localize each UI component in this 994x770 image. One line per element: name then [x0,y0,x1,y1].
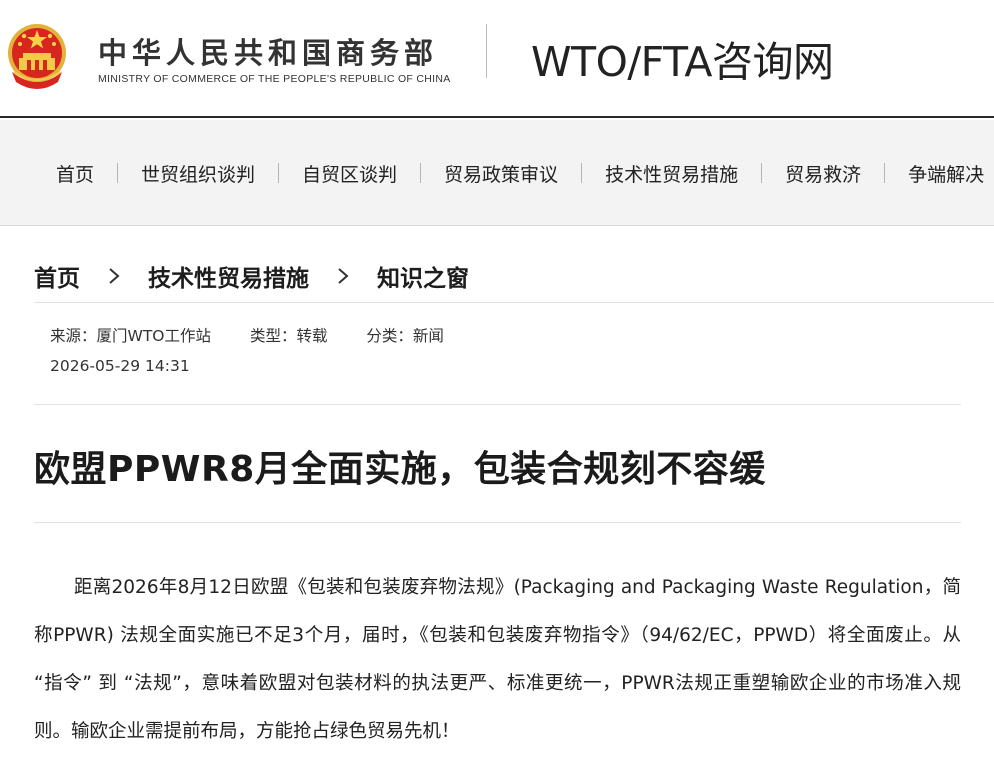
national-emblem-icon[interactable] [6,20,68,92]
article-body: 距离2026年8月12日欧盟《包装和包装废弃物法规》(Packaging and… [34,564,961,756]
ministry-name-english: MINISTRY OF COMMERCE OF THE PEOPLE'S REP… [98,73,451,85]
nav-separator [581,163,583,183]
article-datetime: 2026-05-29 14:31 [50,357,190,375]
nav-item-trade-remedies[interactable]: 贸易救济 [785,160,861,187]
article-source: 来源：厦门WTO工作站 [50,327,211,345]
article-type: 类型：转载 [249,327,328,345]
nav-separator [117,163,119,183]
chevron-right-icon [326,259,360,293]
site-title[interactable]: WTO/FTA咨询网 [531,28,834,88]
header-divider [486,24,487,78]
breadcrumb-knowledge-window[interactable]: 知识之窗 [377,259,469,293]
nav-item-technical-barriers[interactable]: 技术性贸易措施 [605,160,738,187]
nav-item-trade-policy-review[interactable]: 贸易政策审议 [444,160,558,187]
main-nav: 首页 世贸组织谈判 自贸区谈判 贸易政策审议 技术性贸易措施 贸易救济 争端解决 [0,120,994,226]
nav-item-fta-negotiations[interactable]: 自贸区谈判 [302,160,397,187]
ministry-name-chinese: 中华人民共和国商务部 [98,36,439,70]
breadcrumb: 首页 技术性贸易措施 知识之窗 [34,259,469,293]
article-category: 分类：新闻 [366,327,444,345]
nav-item-dispute-settlement[interactable]: 争端解决 [908,160,984,187]
nav-separator [884,163,886,183]
site-header: 中华人民共和国商务部 MINISTRY OF COMMERCE OF THE P… [0,0,994,118]
divider [34,302,994,303]
breadcrumb-home[interactable]: 首页 [34,259,80,293]
divider [34,404,961,405]
article-title: 欧盟PPWR8月全面实施，包装合规刻不容缓 [34,449,766,490]
nav-item-wto-negotiations[interactable]: 世贸组织谈判 [141,160,255,187]
nav-separator [278,163,280,183]
breadcrumb-technical-barriers[interactable]: 技术性贸易措施 [148,259,309,293]
nav-separator [420,163,422,183]
nav-separator [761,163,763,183]
chevron-right-icon [97,259,131,293]
nav-item-home[interactable]: 首页 [56,160,94,187]
article-paragraph: 距离2026年8月12日欧盟《包装和包装废弃物法规》(Packaging and… [34,577,961,742]
divider [34,522,961,523]
article-meta: 来源：厦门WTO工作站 类型：转载 分类：新闻 2026-05-29 14:31 [50,325,478,385]
